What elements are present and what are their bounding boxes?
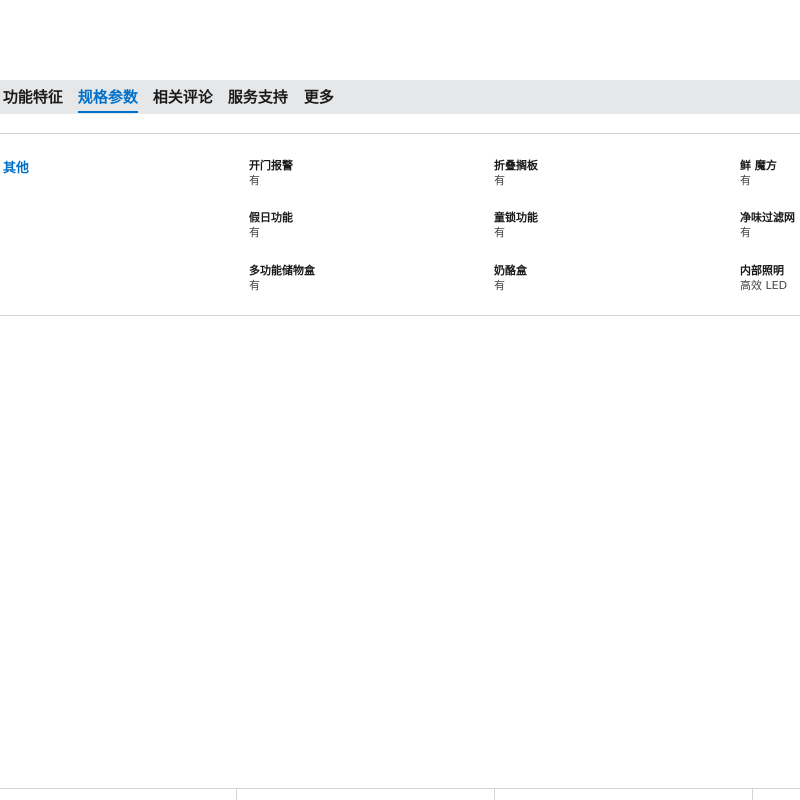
spec-value: 有 <box>249 174 260 187</box>
spec-section-title: 其他 <box>3 161 30 176</box>
spec-value: 有 <box>494 174 505 187</box>
spec-value: 高效 LED <box>740 279 788 292</box>
spec-label: 假日功能 <box>249 211 293 224</box>
spec-label: 童锁功能 <box>494 211 538 224</box>
spec-item: 折叠搁板 有 <box>494 158 538 188</box>
spec-label: 鲜 魔方 <box>740 159 777 172</box>
spec-value: 有 <box>494 279 505 292</box>
tab-features-label: 功能特征 <box>3 88 64 106</box>
spec-label: 多功能储物盒 <box>249 264 315 277</box>
spec-label: 开门报警 <box>249 159 293 172</box>
spec-item: 内部照明 高效 LED <box>740 263 787 293</box>
spec-item: 假日功能 有 <box>249 210 293 240</box>
spec-item: 净味过滤网 有 <box>740 210 795 240</box>
tab-reviews[interactable]: 相关评论 <box>153 80 213 114</box>
product-tab-bar: 功能特征 规格参数 相关评论 服务支持 更多 <box>0 80 800 114</box>
product-page: 功能特征 规格参数 相关评论 服务支持 更多 其他 开门报警 有 折叠搁板 有 … <box>0 0 800 800</box>
footer-top-divider <box>0 788 800 789</box>
tab-more-label: 更多 <box>304 88 335 106</box>
tab-more[interactable]: 更多 <box>304 80 334 114</box>
tab-features[interactable]: 功能特征 <box>3 80 63 114</box>
footer-column-divider <box>494 788 495 800</box>
spec-label: 奶酪盒 <box>494 264 527 277</box>
tab-specifications[interactable]: 规格参数 <box>78 80 139 114</box>
spec-item: 开门报警 有 <box>249 158 293 188</box>
spec-value: 有 <box>494 226 505 239</box>
footer-column-divider <box>236 788 237 800</box>
spec-label: 净味过滤网 <box>740 211 795 224</box>
spec-item: 多功能储物盒 有 <box>249 263 315 293</box>
tab-support[interactable]: 服务支持 <box>228 80 288 114</box>
spec-label: 内部照明 <box>740 264 784 277</box>
spec-value: 有 <box>740 174 751 187</box>
spec-label: 折叠搁板 <box>494 159 538 172</box>
tab-specifications-label: 规格参数 <box>78 88 139 106</box>
section-bottom-divider <box>0 315 800 316</box>
spec-item: 奶酪盒 有 <box>494 263 527 293</box>
spec-value: 有 <box>249 279 260 292</box>
tab-support-label: 服务支持 <box>228 88 289 106</box>
section-top-divider <box>0 133 800 134</box>
spec-item: 鲜 魔方 有 <box>740 158 777 188</box>
active-tab-indicator <box>78 111 139 113</box>
tab-reviews-label: 相关评论 <box>153 88 214 106</box>
spec-item: 童锁功能 有 <box>494 210 538 240</box>
spec-value: 有 <box>740 226 751 239</box>
footer-column-divider <box>752 788 753 800</box>
spec-value: 有 <box>249 226 260 239</box>
